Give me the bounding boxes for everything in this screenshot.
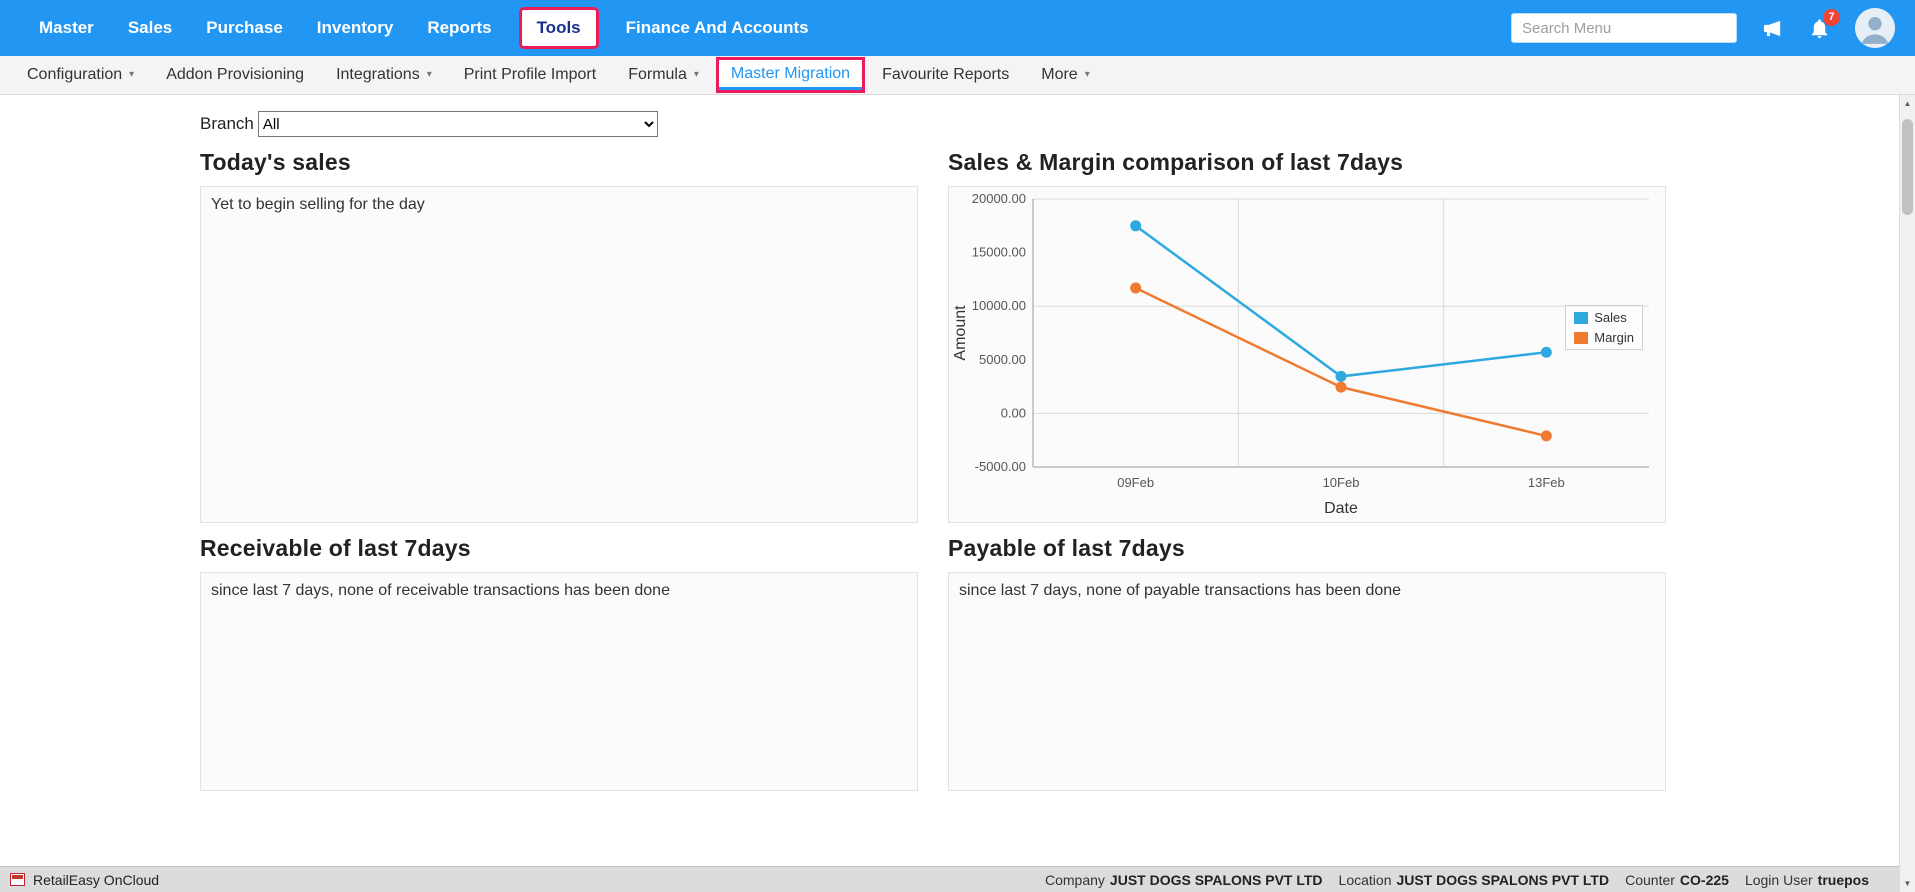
svg-text:10Feb: 10Feb (1323, 475, 1360, 490)
footer-company-value: JUST DOGS SPALONS PVT LTD (1110, 872, 1323, 888)
subnav-addon-provisioning[interactable]: Addon Provisioning (151, 58, 319, 92)
footer-location: LocationJUST DOGS SPALONS PVT LTD (1339, 872, 1610, 888)
top-navigation-bar: Master Sales Purchase Inventory Reports … (0, 0, 1915, 56)
payable-title: Payable of last 7days (948, 535, 1666, 562)
branch-label: Branch (200, 114, 254, 134)
footer-location-label: Location (1339, 872, 1392, 888)
todays-sales-section: Today's sales Yet to begin selling for t… (200, 137, 918, 523)
legend-swatch-icon (1574, 332, 1588, 344)
svg-text:09Feb: 09Feb (1117, 475, 1154, 490)
chevron-down-icon: ▾ (1085, 70, 1090, 80)
notification-badge: 7 (1823, 9, 1840, 26)
footer-login-user-label: Login User (1745, 872, 1813, 888)
subnav-master-migration[interactable]: Master Migration (716, 57, 865, 93)
subnav-integrations[interactable]: Integrations ▾ (321, 58, 447, 92)
footer-counter: Counter CO-225 (1625, 872, 1729, 888)
main-menu: Master Sales Purchase Inventory Reports … (24, 7, 824, 49)
footer-right: Company JUST DOGS SPALONS PVT LTD Locatio… (1045, 872, 1869, 888)
svg-text:20000.00: 20000.00 (972, 191, 1026, 206)
todays-sales-panel: Yet to begin selling for the day (200, 186, 918, 523)
branch-filter-row: Branch All (200, 111, 1915, 137)
subnav-label: More (1041, 66, 1077, 84)
dashboard-grid: Today's sales Yet to begin selling for t… (200, 137, 1915, 791)
app-logo-icon (10, 873, 25, 886)
todays-sales-message: Yet to begin selling for the day (201, 187, 917, 223)
chevron-down-icon: ▾ (427, 70, 432, 80)
svg-text:Date: Date (1324, 500, 1358, 517)
svg-text:15000.00: 15000.00 (972, 245, 1026, 260)
subnav-more[interactable]: More ▾ (1026, 58, 1104, 92)
megaphone-icon[interactable] (1761, 17, 1784, 40)
dashboard-content: Branch All Today's sales Yet to begin se… (0, 95, 1915, 866)
user-avatar[interactable] (1855, 8, 1895, 48)
receivable-message: since last 7 days, none of receivable tr… (201, 573, 917, 609)
footer-counter-label: Counter (1625, 872, 1675, 888)
notification-bell-icon[interactable]: 7 (1808, 17, 1831, 40)
nav-inventory[interactable]: Inventory (302, 8, 409, 48)
sales-margin-title: Sales & Margin comparison of last 7days (948, 149, 1666, 176)
svg-text:Amount: Amount (952, 305, 969, 361)
legend-label: Margin (1594, 330, 1634, 345)
subnav-label: Print Profile Import (464, 66, 596, 84)
nav-reports[interactable]: Reports (412, 8, 506, 48)
subnav-label: Favourite Reports (882, 66, 1009, 84)
nav-sales[interactable]: Sales (113, 8, 187, 48)
subnav-label: Formula (628, 66, 687, 84)
subnav-label: Master Migration (731, 65, 850, 83)
chevron-down-icon: ▾ (129, 70, 134, 80)
subnav-label: Integrations (336, 66, 420, 84)
payable-message: since last 7 days, none of payable trans… (949, 573, 1665, 609)
footer-left: RetailEasy OnCloud (10, 872, 159, 888)
footer-login-user: Login User truepos (1745, 872, 1869, 888)
receivable-panel: since last 7 days, none of receivable tr… (200, 572, 918, 791)
legend-item-margin[interactable]: Margin (1574, 330, 1634, 345)
svg-text:10000.00: 10000.00 (972, 298, 1026, 313)
svg-text:13Feb: 13Feb (1528, 475, 1565, 490)
nav-finance-and-accounts[interactable]: Finance And Accounts (611, 8, 824, 48)
status-bar: RetailEasy OnCloud Company JUST DOGS SPAL… (0, 866, 1915, 892)
sales-margin-line-chart: 20000.00 15000.00 10000.00 5000.00 0.00 -5000… (949, 187, 1665, 522)
svg-text:5000.00: 5000.00 (979, 352, 1026, 367)
subnav-configuration[interactable]: Configuration ▾ (12, 58, 149, 92)
scrollbar-thumb[interactable] (1902, 119, 1913, 215)
sales-margin-section: Sales & Margin comparison of last 7days … (948, 137, 1666, 523)
chart-legend: Sales Margin (1565, 305, 1643, 350)
nav-purchase[interactable]: Purchase (191, 8, 298, 48)
footer-company: Company JUST DOGS SPALONS PVT LTD (1045, 872, 1323, 888)
nav-tools[interactable]: Tools (519, 7, 599, 49)
legend-item-sales[interactable]: Sales (1574, 310, 1634, 325)
sales-margin-chart-panel: 20000.00 15000.00 10000.00 5000.00 0.00 -5000… (948, 186, 1666, 523)
legend-swatch-icon (1574, 312, 1588, 324)
subnav-label: Addon Provisioning (166, 66, 304, 84)
vertical-scrollbar[interactable]: ▲ ▼ (1899, 95, 1915, 892)
subnav-label: Configuration (27, 66, 122, 84)
subnav-print-profile-import[interactable]: Print Profile Import (449, 58, 611, 92)
svg-text:-5000.00: -5000.00 (975, 459, 1026, 474)
receivable-section: Receivable of last 7days since last 7 da… (200, 523, 918, 791)
subnav-formula[interactable]: Formula ▾ (613, 58, 714, 92)
receivable-title: Receivable of last 7days (200, 535, 918, 562)
branch-select[interactable]: All (258, 111, 658, 137)
footer-location-value: JUST DOGS SPALONS PVT LTD (1396, 872, 1609, 888)
payable-section: Payable of last 7days since last 7 days,… (948, 523, 1666, 791)
footer-company-label: Company (1045, 872, 1105, 888)
footer-counter-value: CO-225 (1680, 872, 1729, 888)
todays-sales-title: Today's sales (200, 149, 918, 176)
tools-submenu-bar: Configuration ▾ Addon Provisioning Integ… (0, 56, 1915, 95)
legend-label: Sales (1594, 310, 1627, 325)
scroll-down-arrow-icon[interactable]: ▼ (1900, 875, 1915, 892)
app-name: RetailEasy OnCloud (33, 872, 159, 888)
search-input[interactable] (1511, 13, 1737, 43)
scroll-up-arrow-icon[interactable]: ▲ (1900, 95, 1915, 112)
nav-master[interactable]: Master (24, 8, 109, 48)
subnav-favourite-reports[interactable]: Favourite Reports (867, 58, 1024, 92)
topbar-right-tools: 7 (1511, 8, 1895, 48)
payable-panel: since last 7 days, none of payable trans… (948, 572, 1666, 791)
svg-text:0.00: 0.00 (1001, 405, 1026, 420)
chevron-down-icon: ▾ (694, 70, 699, 80)
footer-login-user-value: truepos (1818, 872, 1869, 888)
